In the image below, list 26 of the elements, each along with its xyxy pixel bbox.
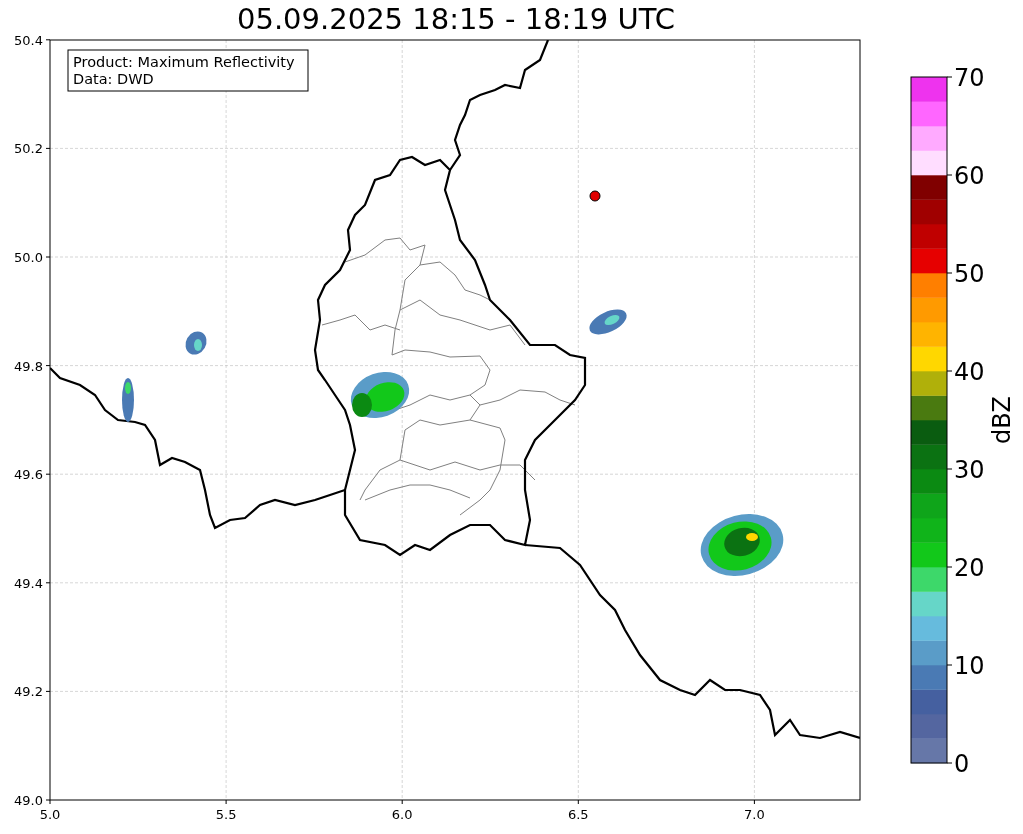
x-tick-label: 5.0 <box>39 807 61 822</box>
colorbar-tick-label: 40 <box>954 358 985 386</box>
colorbar-label: dBZ <box>988 395 1016 445</box>
colorbar-tick-label: 0 <box>954 750 970 778</box>
y-tick-label: 50.2 <box>14 141 43 157</box>
x-tick-label: 6.0 <box>391 807 413 822</box>
chart-title: 05.09.2025 18:15 - 18:19 UTC <box>237 1 675 38</box>
colorbar-tick-label: 20 <box>954 554 985 582</box>
y-tick-label: 49.4 <box>14 575 43 591</box>
y-tick-label: 49.0 <box>14 793 43 808</box>
y-tick-label: 49.6 <box>14 467 43 483</box>
colorbar-tick-label: 10 <box>954 652 985 680</box>
info-text: Data: DWD <box>73 71 154 87</box>
colorbar-tick-label: 60 <box>954 162 985 190</box>
colorbar-tick-label: 50 <box>954 260 985 288</box>
info-text: Product: Maximum Reflectivity <box>73 54 295 70</box>
location-marker <box>589 190 601 202</box>
y-tick-label: 50.0 <box>14 250 43 265</box>
colorbar-tick-label: 70 <box>954 64 985 92</box>
colorbar-tick-label: 30 <box>954 456 985 484</box>
x-tick-label: 7.0 <box>744 807 765 822</box>
x-tick-label: 5.5 <box>215 807 237 822</box>
y-tick-label: 49.8 <box>14 358 43 374</box>
x-tick-label: 6.5 <box>567 807 589 822</box>
y-tick-label: 49.2 <box>14 684 43 700</box>
y-tick-label: 50.4 <box>14 32 43 48</box>
